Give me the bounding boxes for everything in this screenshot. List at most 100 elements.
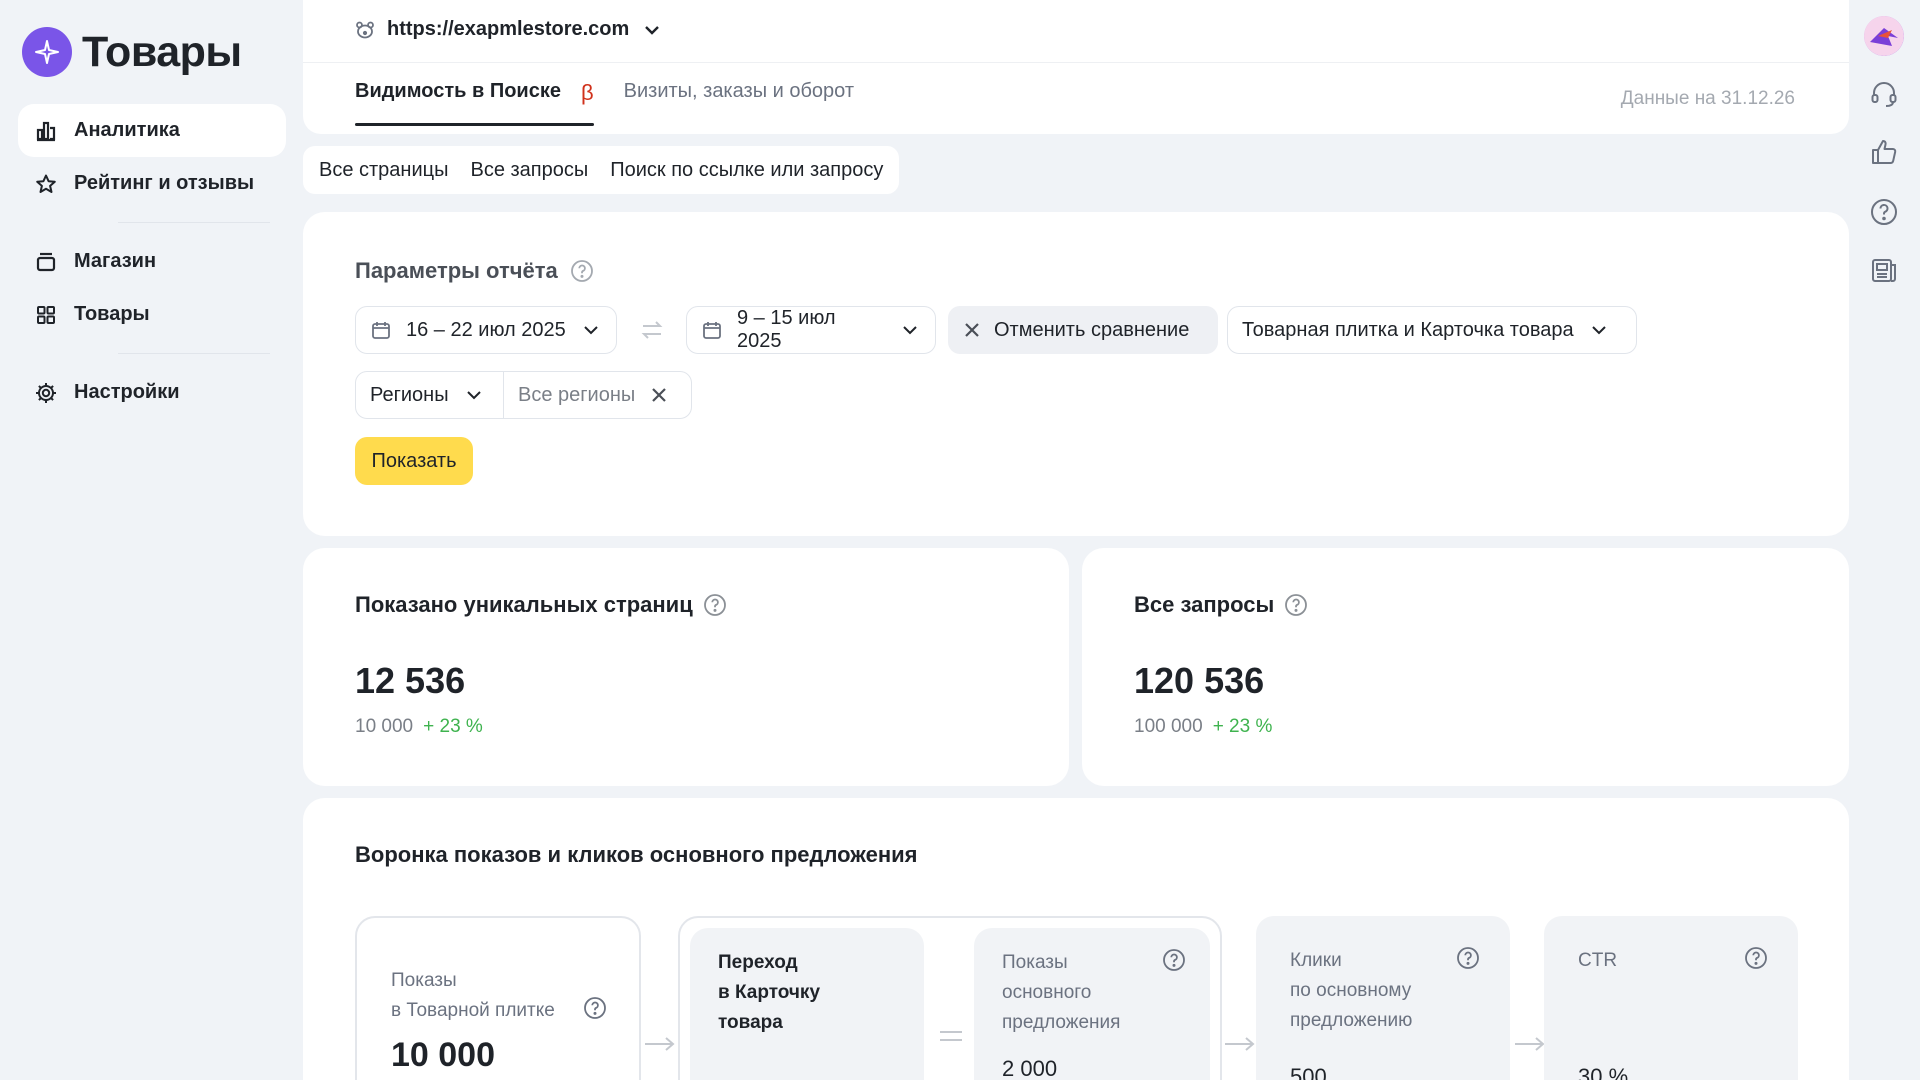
params-title: Параметры отчёта (355, 258, 594, 284)
stat-comparison: 10 000 + 23 % (355, 716, 483, 738)
funnel-step-tile-impressions: Показы в Товарной плитке 10 000 (355, 916, 641, 1080)
right-rail (1848, 0, 1920, 1080)
funnel-step-label: CTR (1578, 950, 1618, 971)
sidebar-item-settings[interactable]: Настройки (18, 366, 286, 419)
tab-visits-orders[interactable]: Визиты, заказы и оборот (624, 80, 854, 126)
sidebar-item-rating[interactable]: Рейтинг и отзывы (18, 157, 286, 210)
funnel-step-label: Переход в Карточку товара (718, 952, 821, 1033)
sidebar-item-label: Рейтинг и отзывы (74, 172, 255, 194)
stat-delta: + 23 % (423, 716, 483, 737)
regions-value: Все регионы (518, 383, 636, 406)
help-icon[interactable] (1866, 194, 1902, 230)
stat-previous: 10 000 (355, 716, 414, 737)
chevron-down-icon (463, 384, 485, 406)
help-icon[interactable] (1162, 948, 1186, 972)
site-selector[interactable]: https://exapmlestore.com (355, 18, 663, 41)
stat-comparison: 100 000 + 23 % (1134, 716, 1272, 738)
cancel-compare-button[interactable]: Отменить сравнение (948, 306, 1218, 354)
sidebar-item-analytics[interactable]: Аналитика (18, 104, 286, 157)
funnel-step-clicks: Клики по основному предложению 500 (1256, 916, 1510, 1080)
period-main-select[interactable]: 16 – 22 июл 2025 (355, 306, 617, 354)
headset-icon[interactable] (1866, 76, 1902, 112)
funnel-step-value: 10 000 (391, 1036, 495, 1074)
segment-search-by-link[interactable]: Поиск по ссылке или запросу (610, 159, 883, 182)
stat-title-text: Показано уникальных страниц (355, 592, 693, 617)
beta-badge: β (580, 80, 594, 105)
chevron-down-icon (899, 319, 921, 341)
arrow-right-icon (1223, 1034, 1257, 1054)
stat-card-unique-pages: Показано уникальных страниц 12 536 10 00… (303, 548, 1069, 786)
avatar[interactable] (1864, 16, 1904, 56)
stat-delta: + 23 % (1212, 716, 1273, 737)
sidebar-item-products[interactable]: Товары (18, 288, 286, 341)
equals-icon (938, 1026, 964, 1046)
funnel-step-ctr: CTR 30 % (1544, 916, 1798, 1080)
report-params-card: Параметры отчёта 16 – 22 июл 2025 9 – 15… (303, 212, 1849, 536)
help-icon[interactable] (1744, 946, 1768, 970)
funnel-step-label: Клики по основному предложению (1290, 950, 1413, 1031)
placement-select[interactable]: Товарная плитка и Карточка товара (1227, 306, 1637, 354)
report-tabs: Видимость в Поиске β Визиты, заказы и об… (355, 80, 854, 126)
sidebar-nav: Аналитика Рейтинг и отзывы Магазин Товар… (18, 104, 286, 419)
funnel-step-card-transition: Переход в Карточку товара (690, 928, 924, 1080)
help-icon[interactable] (1456, 946, 1480, 970)
stat-value: 12 536 (355, 660, 466, 701)
funnel-step-value: 2 000 (1002, 1056, 1058, 1080)
help-icon[interactable] (1284, 593, 1308, 617)
funnel-step-label: Показы в Товарной плитке (391, 970, 555, 1021)
gear-icon (34, 381, 58, 405)
chevron-down-icon (641, 19, 663, 41)
tab-label: Визиты, заказы и оборот (623, 80, 855, 102)
segment-all-queries[interactable]: Все запросы (470, 159, 588, 182)
sidebar: Товары Аналитика Рейтинг и отзывы Магази… (0, 0, 300, 1080)
swap-icon[interactable] (639, 318, 665, 342)
stat-value: 120 536 (1134, 660, 1265, 701)
calendar-icon (701, 319, 723, 341)
tab-search-visibility[interactable]: Видимость в Поиске β (355, 80, 594, 126)
tab-label: Видимость в Поиске (355, 80, 561, 102)
regions-value-field[interactable]: Все регионы (503, 371, 692, 419)
close-icon[interactable] (649, 385, 669, 405)
period-compare-select[interactable]: 9 – 15 июл 2025 (686, 306, 936, 354)
funnel-group-card: Переход в Карточку товара Показы основно… (678, 916, 1222, 1080)
sidebar-item-label: Настройки (74, 381, 180, 403)
data-date: Данные на 31.12.26 (1620, 88, 1795, 109)
stat-title-text: Все запросы (1134, 592, 1275, 617)
help-icon[interactable] (570, 259, 594, 283)
star-icon (34, 172, 58, 196)
sidebar-item-label: Магазин (74, 250, 157, 272)
close-icon (962, 320, 982, 340)
funnel-step-value: 30 % (1578, 1064, 1629, 1080)
bear-icon (355, 20, 375, 40)
bar-chart-icon (34, 119, 58, 143)
help-icon[interactable] (703, 593, 727, 617)
stat-title: Показано уникальных страниц (355, 592, 727, 618)
app-logo[interactable]: Товары (22, 27, 242, 77)
divider (303, 62, 1849, 63)
funnel-card: Воронка показов и кликов основного предл… (303, 798, 1849, 1080)
help-icon[interactable] (583, 996, 607, 1020)
params-title-text: Параметры отчёта (355, 258, 558, 283)
sidebar-item-label: Товары (74, 303, 150, 325)
show-button[interactable]: Показать (355, 437, 473, 485)
placement-value: Товарная плитка и Карточка товара (1242, 318, 1574, 341)
news-icon[interactable] (1866, 252, 1902, 288)
header-card: https://exapmlestore.com Видимость в Пои… (303, 0, 1849, 134)
page-filter-segmented: Все страницы Все запросы Поиск по ссылке… (303, 146, 900, 194)
star-logo-icon (22, 27, 72, 77)
funnel-step-label: Показы основного предложения (1002, 952, 1121, 1033)
segment-all-pages[interactable]: Все страницы (319, 159, 448, 182)
period-main-value: 16 – 22 июл 2025 (406, 318, 566, 341)
grid-icon (34, 303, 58, 327)
chevron-down-icon (580, 319, 602, 341)
nav-divider (118, 353, 270, 354)
nav-divider (118, 222, 270, 223)
thumbs-up-icon[interactable] (1866, 134, 1902, 170)
chevron-down-icon (1588, 319, 1610, 341)
sidebar-item-store[interactable]: Магазин (18, 235, 286, 288)
store-icon (34, 250, 58, 274)
regions-select[interactable]: Регионы (355, 371, 504, 419)
funnel-title: Воронка показов и кликов основного предл… (355, 842, 918, 867)
stat-card-all-queries: Все запросы 120 536 100 000 + 23 % (1082, 548, 1849, 786)
sidebar-item-label: Аналитика (74, 119, 180, 141)
